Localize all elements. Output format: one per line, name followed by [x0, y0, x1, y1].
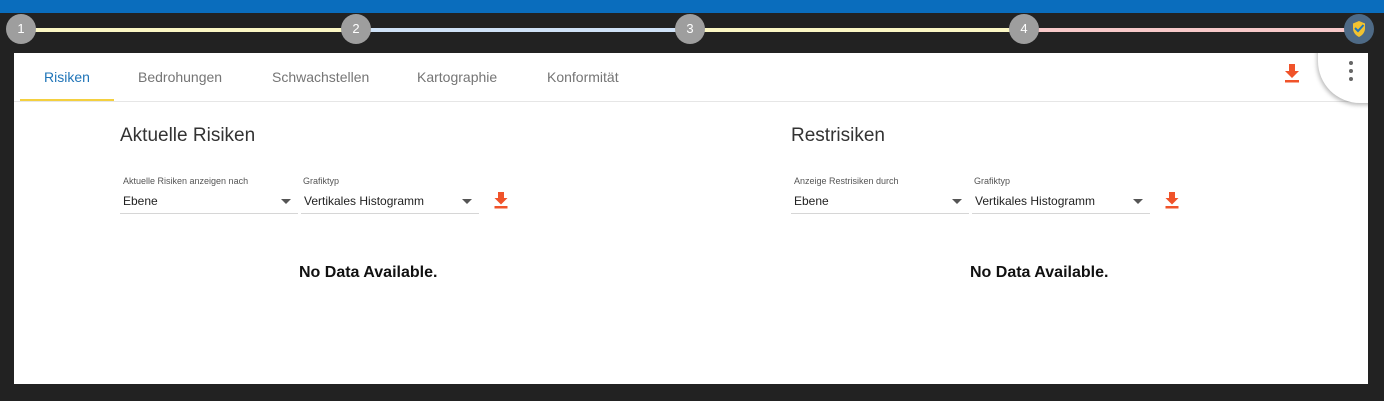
step-connector-3 — [690, 28, 1024, 32]
step-connector-2 — [356, 28, 690, 32]
step-1[interactable]: 1 — [6, 14, 36, 44]
active-tab-indicator — [20, 99, 114, 101]
tab-konformitaet[interactable]: Konformität — [547, 53, 619, 101]
tab-schwachstellen[interactable]: Schwachstellen — [272, 53, 369, 101]
download-icon — [1285, 64, 1299, 83]
chevron-down-icon — [1133, 199, 1143, 204]
filter-select-right[interactable]: Ebene — [791, 190, 969, 214]
chart-type-select-right-value: Vertikales Histogramm — [975, 194, 1096, 208]
chart-type-label-left: Grafiktyp — [303, 176, 340, 186]
step-4[interactable]: 4 — [1009, 14, 1039, 44]
chevron-down-icon — [952, 199, 962, 204]
filter-select-left[interactable]: Ebene — [120, 190, 298, 214]
risk-panel: Risiken Bedrohungen Schwachstellen Karto… — [14, 53, 1368, 384]
download-icon — [494, 192, 508, 209]
chart-type-select-left-value: Vertikales Histogramm — [304, 194, 425, 208]
step-connector-1 — [22, 28, 356, 32]
chart-type-select-right[interactable]: Vertikales Histogramm — [972, 190, 1150, 214]
step-3[interactable]: 3 — [675, 14, 705, 44]
chevron-down-icon — [281, 199, 291, 204]
filter-label-left: Aktuelle Risiken anzeigen nach — [123, 176, 249, 186]
tab-kartographie[interactable]: Kartographie — [417, 53, 497, 101]
section-title-aktuelle-risiken: Aktuelle Risiken — [120, 125, 256, 146]
chart-type-select-left[interactable]: Vertikales Histogramm — [301, 190, 479, 214]
chevron-down-icon — [462, 199, 472, 204]
tab-risiken[interactable]: Risiken — [44, 53, 90, 101]
step-final-shield-icon[interactable] — [1344, 14, 1374, 44]
shield-icon — [1353, 21, 1365, 37]
filter-select-right-value: Ebene — [794, 194, 829, 208]
download-left-button[interactable] — [493, 191, 509, 214]
tab-bar: Risiken Bedrohungen Schwachstellen Karto… — [14, 53, 1368, 102]
step-2[interactable]: 2 — [341, 14, 371, 44]
section-title-restrisiken: Restrisiken — [791, 125, 885, 146]
process-stepper: 1 2 3 4 — [0, 13, 1384, 50]
filter-select-left-value: Ebene — [123, 194, 158, 208]
no-data-message-right: No Data Available. — [970, 264, 1109, 281]
no-data-message-left: No Data Available. — [299, 264, 438, 281]
chart-type-label-right: Grafiktyp — [974, 176, 1011, 186]
more-vert-icon[interactable] — [1346, 61, 1356, 85]
tab-bedrohungen[interactable]: Bedrohungen — [138, 53, 222, 101]
filter-label-right: Anzeige Restrisiken durch — [794, 176, 899, 186]
top-header-bar — [0, 0, 1384, 13]
download-right-button[interactable] — [1164, 191, 1180, 214]
step-connector-4 — [1024, 28, 1360, 32]
download-icon — [1165, 192, 1179, 209]
download-all-button[interactable] — [1283, 63, 1301, 88]
